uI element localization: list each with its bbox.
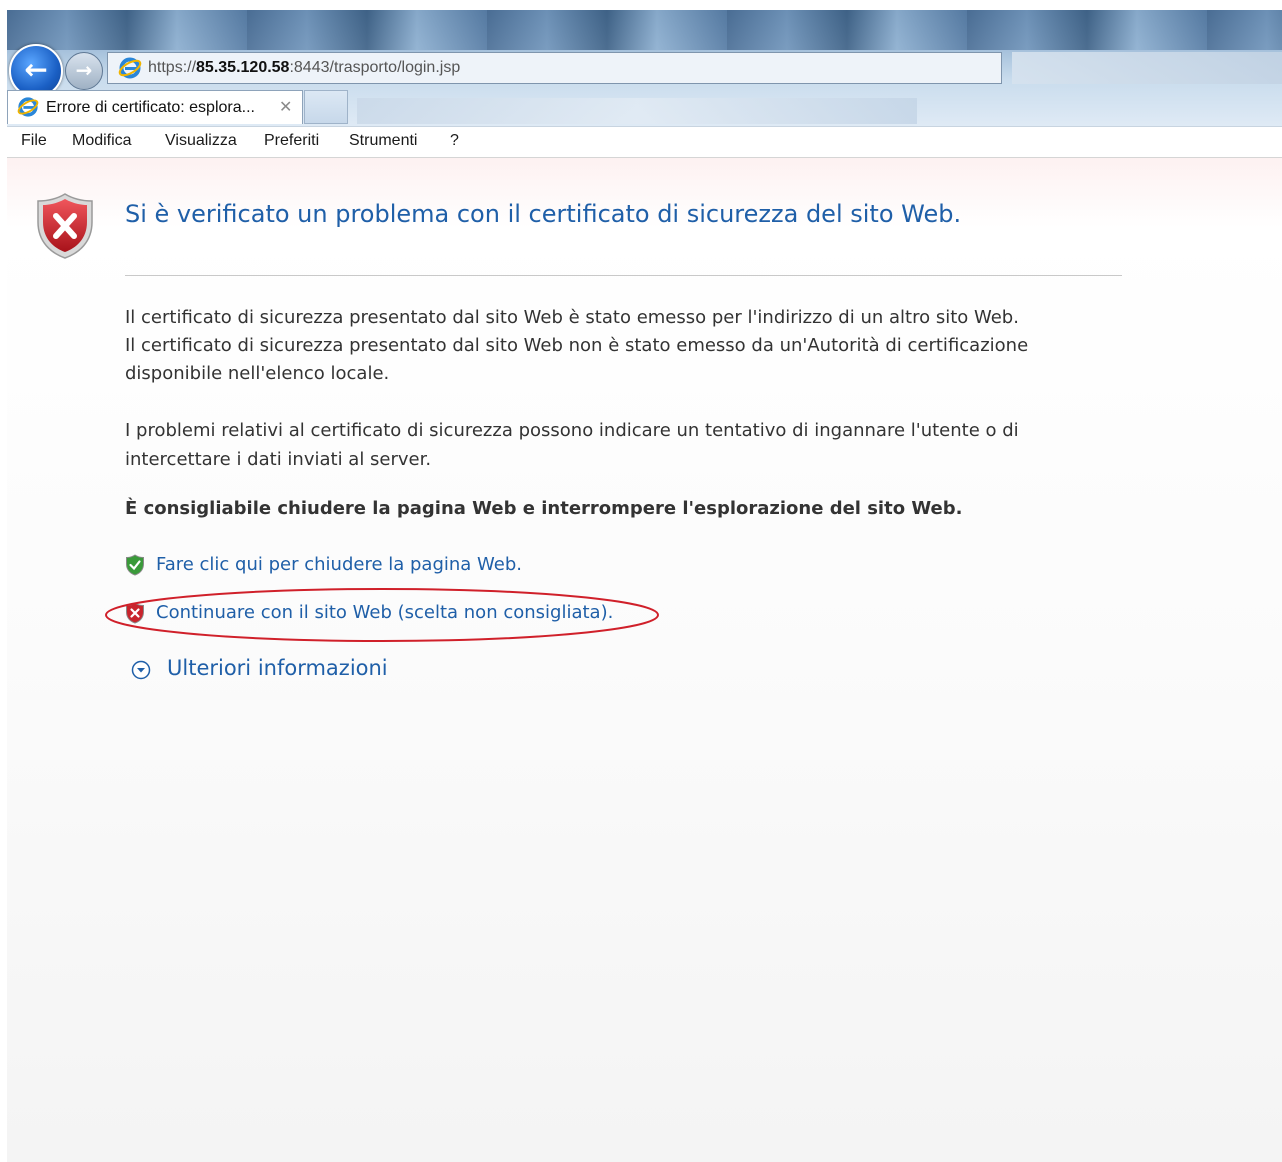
url-host: 85.35.120.58 [196,59,290,76]
advice-text: È consigliabile chiudere la pagina Web e… [125,498,963,519]
menu-visualizza[interactable]: Visualizza [165,132,237,150]
chevron-down-circle-icon [131,660,151,680]
security-error-shield-icon [37,193,93,259]
url-text[interactable]: https://85.35.120.58:8443/trasporto/logi… [148,59,460,77]
blurred-title-area [7,10,1282,50]
forward-arrow-icon: → [75,58,93,82]
blurred-search-area [1012,52,1282,84]
menu-bar: File Modifica Visualizza Preferiti Strum… [7,126,1282,158]
menu-modifica[interactable]: Modifica [72,132,132,150]
tab-ie-icon [17,97,39,117]
tab-title: Errore di certificato: esplora... [46,99,255,116]
browser-window: ← → https://85.35.120.58:8443/trasporto/… [7,10,1282,1162]
paragraph-line: Il certificato di sicurezza presentato d… [125,335,1029,356]
url-path: :8443/trasporto/login.jsp [289,59,461,76]
page-title: Si è verificato un problema con il certi… [125,200,962,228]
green-shield-check-icon [126,554,144,576]
paragraph-line: Il certificato di sicurezza presentato d… [125,307,1019,328]
paragraph-line: disponibile nell'elenco locale. [125,363,390,384]
more-info-link[interactable]: Ulteriori informazioni [167,656,388,680]
tab-close-icon[interactable]: ✕ [279,97,292,116]
forward-button[interactable]: → [65,52,103,90]
close-page-link[interactable]: Fare clic qui per chiudere la pagina Web… [156,554,522,575]
red-shield-x-icon [126,602,144,624]
menu-strumenti[interactable]: Strumenti [349,132,417,150]
certificate-error-page: Si è verificato un problema con il certi… [7,158,1282,1162]
tab-active[interactable]: Errore di certificato: esplora... ✕ [7,90,303,124]
address-bar[interactable]: https://85.35.120.58:8443/trasporto/logi… [107,52,1002,84]
menu-preferiti[interactable]: Preferiti [264,132,319,150]
paragraph-line: I problemi relativi al certificato di si… [125,420,1019,441]
menu-help[interactable]: ? [450,132,459,150]
internet-explorer-icon [118,57,142,79]
browser-chrome: ← → https://85.35.120.58:8443/trasporto/… [7,10,1282,126]
menu-file[interactable]: File [21,132,47,150]
paragraph-line: intercettare i dati inviati al server. [125,449,432,470]
blurred-tab-area [357,98,917,124]
new-tab-button[interactable] [304,90,348,124]
continue-site-link[interactable]: Continuare con il sito Web (scelta non c… [156,602,613,623]
title-divider [125,275,1122,276]
back-arrow-icon: ← [24,53,48,86]
url-scheme: https:// [148,59,197,76]
